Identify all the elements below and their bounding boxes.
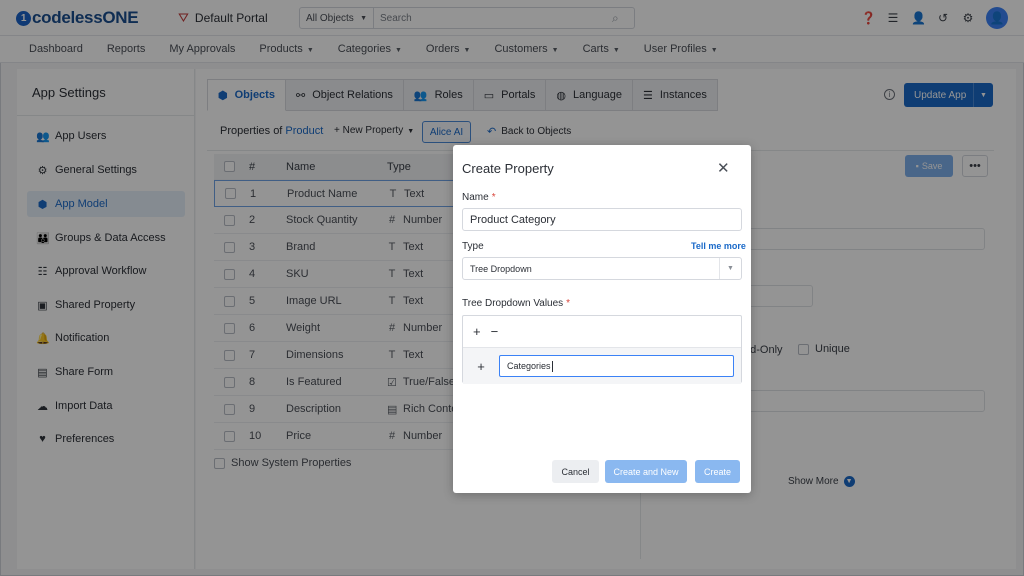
add-child-icon[interactable]: +: [463, 359, 499, 374]
tree-node-input[interactable]: Categories: [499, 355, 734, 377]
tell-me-more-link[interactable]: Tell me more: [691, 241, 746, 251]
tree-values-editor: + − + Categories: [462, 315, 742, 384]
dialog-title: Create Property: [462, 161, 554, 176]
tree-node: + Categories: [463, 348, 741, 384]
cancel-button[interactable]: Cancel: [552, 460, 599, 483]
type-select[interactable]: Tree Dropdown ▼: [462, 257, 742, 280]
type-label: Type: [462, 241, 484, 252]
create-and-new-button[interactable]: Create and New: [605, 460, 687, 483]
chevron-down-icon: ▼: [719, 258, 741, 279]
expand-all-icon[interactable]: +: [473, 324, 481, 339]
text-cursor: [551, 360, 553, 372]
collapse-all-icon[interactable]: −: [491, 324, 499, 339]
tree-toolbar: + −: [463, 316, 741, 348]
tree-values-label: Tree Dropdown Values *: [462, 298, 571, 309]
close-icon[interactable]: ✕: [717, 159, 730, 177]
name-field[interactable]: Product Category: [462, 208, 742, 231]
name-label: Name *: [462, 192, 496, 203]
type-select-value: Tree Dropdown: [470, 263, 532, 274]
create-property-dialog: Create Property ✕ Name * Product Category…: [453, 145, 751, 493]
create-button[interactable]: Create: [695, 460, 740, 483]
